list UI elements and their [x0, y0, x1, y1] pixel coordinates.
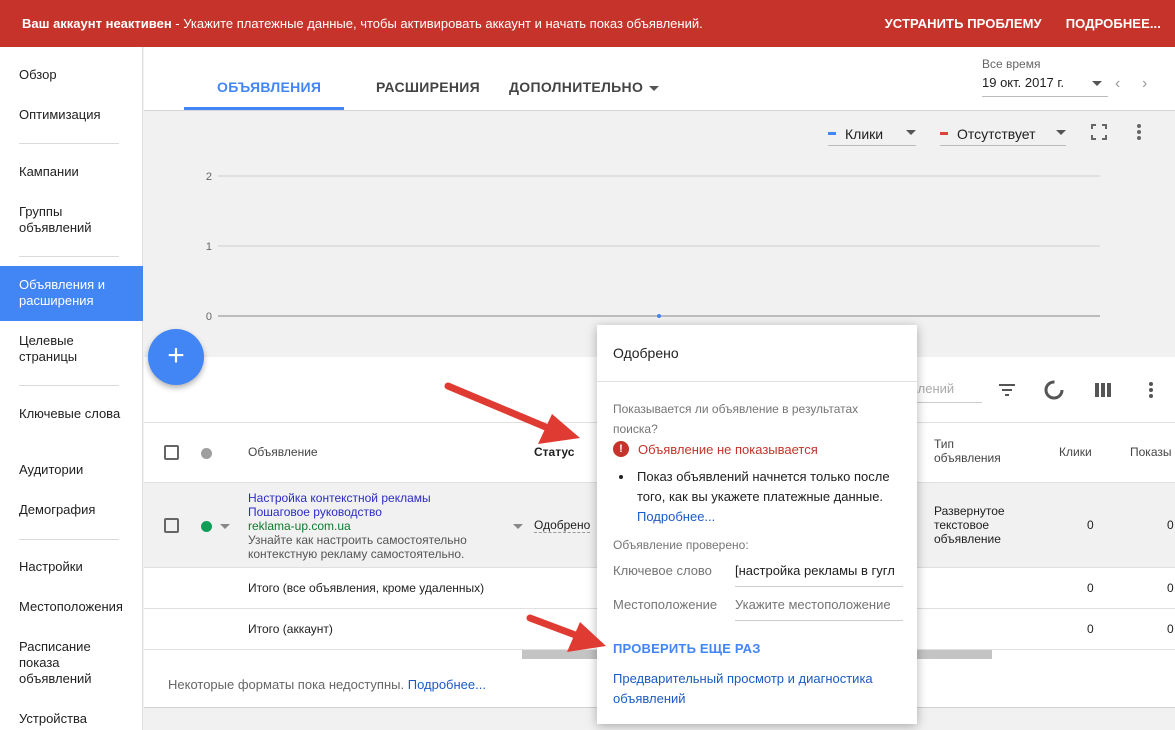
- sidebar: Обзор Оптимизация Кампании Группы объявл…: [0, 47, 143, 730]
- location-field[interactable]: Укажите местоположение: [735, 597, 903, 621]
- popup-details-link[interactable]: Подробнее...: [637, 509, 715, 524]
- sidebar-item-optimization[interactable]: Оптимизация: [0, 107, 143, 123]
- fix-problem-button[interactable]: УСТРАНИТЬ ПРОБЛЕМУ: [885, 16, 1042, 31]
- sidebar-item-ad-groups[interactable]: Группы объявлений: [0, 204, 143, 236]
- y-tick-label: 1: [206, 241, 212, 253]
- column-header-ad-type[interactable]: Тип объявления: [934, 437, 1014, 465]
- date-range-value: 19 окт. 2017 г.: [982, 75, 1108, 97]
- active-tab-indicator: [184, 107, 344, 110]
- row-checkbox[interactable]: [164, 518, 179, 533]
- columns-icon[interactable]: [1092, 379, 1114, 401]
- popup-title: Одобрено: [613, 345, 679, 361]
- chart-plot: 2 1 0: [206, 171, 1100, 323]
- sidebar-item-settings[interactable]: Настройки: [0, 559, 143, 575]
- totals-label: Итого (все объявления, кроме удаленных): [248, 581, 485, 595]
- totals-impressions: 0: [1167, 581, 1174, 595]
- popup-error: ! Объявление не показывается: [613, 441, 818, 457]
- sidebar-item-ads-extensions[interactable]: Объявления и расширения: [0, 266, 143, 321]
- popup-question: Показывается ли объявление в результатах…: [613, 402, 859, 436]
- ad-status[interactable]: Одобрено: [534, 518, 591, 533]
- popup-error-text: Объявление не показывается: [638, 441, 818, 457]
- chevron-right-icon[interactable]: ›: [1142, 75, 1147, 93]
- tabs-bar: ОБЪЯВЛЕНИЯ РАСШИРЕНИЯ ДОПОЛНИТЕЛЬНО Все …: [144, 47, 1175, 111]
- sidebar-item-campaigns[interactable]: Кампании: [0, 164, 143, 180]
- status-dot-header: [201, 448, 212, 459]
- totals-clicks: 0: [1087, 622, 1094, 636]
- column-header-impressions[interactable]: Показы: [1130, 445, 1171, 459]
- ad-description: Узнайте как настроить самостоятельно кон…: [248, 533, 467, 561]
- preview-diagnostics-link[interactable]: Предварительный просмотр и диагностика о…: [613, 669, 903, 709]
- chevron-left-icon[interactable]: ‹: [1115, 75, 1120, 93]
- segment-icon[interactable]: [1043, 379, 1065, 401]
- tab-more[interactable]: ДОПОЛНИТЕЛЬНО: [509, 79, 660, 95]
- tab-ads[interactable]: ОБЪЯВЛЕНИЯ: [217, 79, 321, 95]
- chevron-down-icon[interactable]: [513, 524, 523, 529]
- footnote-link[interactable]: Подробнее...: [408, 677, 486, 692]
- date-range-label: Все время: [982, 57, 1041, 71]
- inactive-account-banner: Ваш аккаунт неактивен - Укажите платежны…: [0, 0, 1175, 47]
- y-tick-label: 0: [206, 311, 212, 323]
- banner-text: - Укажите платежные данные, чтобы активи…: [171, 16, 703, 31]
- column-header-ad[interactable]: Объявление: [248, 445, 318, 459]
- ad-display-url: reklama-up.com.ua: [248, 519, 351, 533]
- banner-details-button[interactable]: ПОДРОБНЕЕ...: [1066, 16, 1161, 31]
- ad-headline-2[interactable]: Пошаговое руководство: [248, 505, 508, 519]
- popup-divider: [597, 381, 917, 382]
- enabled-status-dot[interactable]: [201, 521, 212, 532]
- column-header-status[interactable]: Статус: [534, 445, 574, 459]
- select-all-checkbox[interactable]: [164, 445, 179, 460]
- sidebar-item-keywords[interactable]: Ключевые слова: [0, 406, 143, 422]
- ad-type: Развернутое текстовое объявление: [934, 504, 1005, 546]
- ad-impressions: 0: [1167, 518, 1174, 532]
- sidebar-item-devices[interactable]: Устройства: [0, 711, 143, 727]
- sidebar-divider: [19, 385, 119, 386]
- location-label: Местоположение: [613, 597, 718, 612]
- sidebar-item-landing-pages[interactable]: Целевые страницы: [0, 333, 143, 365]
- bullet-dot: [619, 475, 623, 479]
- add-ad-button[interactable]: +: [148, 329, 204, 385]
- chevron-down-icon: [1092, 81, 1102, 86]
- sidebar-item-locations[interactable]: Местоположения: [0, 599, 143, 615]
- sidebar-item-demographics[interactable]: Демография: [0, 502, 143, 518]
- recheck-button[interactable]: ПРОВЕРИТЬ ЕЩЕ РАЗ: [613, 641, 761, 656]
- error-icon: !: [613, 441, 629, 457]
- totals-clicks: 0: [1087, 581, 1094, 595]
- performance-chart: Клики Отсутствует 210: [144, 112, 1175, 356]
- ad-headline-1[interactable]: Настройка контекстной рекламы: [248, 491, 508, 505]
- plus-icon: +: [167, 339, 185, 372]
- banner-bold-text: Ваш аккаунт неактивен: [22, 16, 172, 31]
- footnote: Некоторые форматы пока недоступны. Подро…: [168, 677, 486, 692]
- y-tick-label: 2: [206, 171, 212, 183]
- more-vert-icon[interactable]: [1140, 379, 1162, 401]
- column-header-clicks[interactable]: Клики: [1059, 445, 1092, 459]
- filter-icon[interactable]: [996, 379, 1018, 401]
- sidebar-divider: [19, 539, 119, 540]
- status-popup: Одобрено Показывается ли объявление в ре…: [597, 325, 917, 724]
- ad-preview: Настройка контекстной рекламы Пошаговое …: [248, 491, 508, 561]
- ad-clicks: 0: [1087, 518, 1094, 532]
- popup-bullet-text: Показ объявлений начнется только после т…: [637, 469, 890, 504]
- chevron-down-icon[interactable]: [220, 524, 230, 529]
- tab-extensions[interactable]: РАСШИРЕНИЯ: [376, 79, 480, 95]
- tab-more-label: ДОПОЛНИТЕЛЬНО: [509, 79, 644, 95]
- popup-checked-label: Объявление проверено:: [613, 538, 749, 552]
- date-range-picker[interactable]: Все время 19 окт. 2017 г.: [982, 57, 1108, 97]
- totals-label: Итого (аккаунт): [248, 622, 333, 636]
- banner-message: Ваш аккаунт неактивен - Укажите платежны…: [22, 16, 861, 31]
- chevron-down-icon: [649, 85, 660, 91]
- footnote-text: Некоторые форматы пока недоступны.: [168, 677, 408, 692]
- sidebar-divider: [19, 256, 119, 257]
- keyword-label: Ключевое слово: [613, 563, 712, 578]
- totals-impressions: 0: [1167, 622, 1174, 636]
- popup-bullet: Показ объявлений начнется только после т…: [619, 467, 899, 527]
- sidebar-divider: [19, 143, 119, 144]
- sidebar-item-overview[interactable]: Обзор: [0, 67, 143, 83]
- data-point[interactable]: [657, 314, 661, 318]
- sidebar-item-audiences[interactable]: Аудитории: [0, 462, 143, 478]
- keyword-field[interactable]: [настройка рекламы в гугл: [735, 563, 903, 587]
- sidebar-item-ad-schedule[interactable]: Расписание показа объявлений: [0, 639, 143, 687]
